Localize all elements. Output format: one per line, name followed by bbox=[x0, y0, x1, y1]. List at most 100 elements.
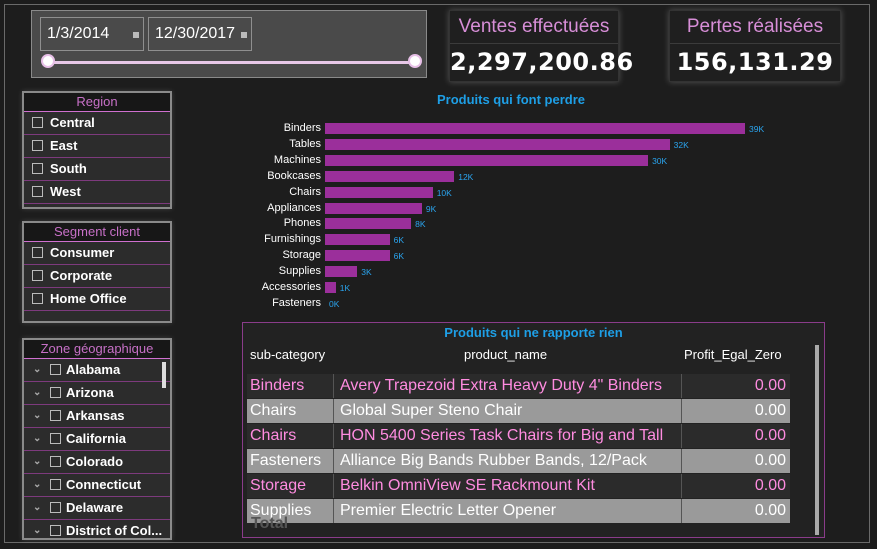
column-divider bbox=[333, 374, 334, 398]
data-label: 10K bbox=[436, 187, 452, 198]
category-label: Machines bbox=[273, 153, 321, 166]
loss-kpi-card: Pertes réalisées 156,131.29 bbox=[669, 10, 841, 82]
date-slider-start-handle[interactable] bbox=[41, 54, 55, 68]
zone-option[interactable]: ⌄ Connecticut bbox=[24, 474, 170, 497]
checkbox[interactable] bbox=[50, 410, 61, 421]
checkbox[interactable] bbox=[50, 479, 61, 490]
cell-product-name: Alliance Big Bands Rubber Bands, 12/Pack bbox=[340, 452, 647, 469]
zone-option[interactable]: ⌄ Delaware bbox=[24, 497, 170, 520]
column-divider bbox=[681, 374, 682, 398]
zone-scrollbar[interactable] bbox=[162, 362, 166, 388]
zone-option[interactable]: ⌄ Colorado bbox=[24, 451, 170, 474]
checkbox[interactable] bbox=[32, 140, 43, 151]
checkbox[interactable] bbox=[50, 433, 61, 444]
data-label: 3K bbox=[361, 267, 372, 278]
chevron-down-icon[interactable]: ⌄ bbox=[33, 520, 41, 538]
checkbox[interactable] bbox=[50, 525, 61, 536]
category-label: Phones bbox=[283, 217, 321, 230]
bar[interactable] bbox=[325, 170, 455, 182]
chevron-down-icon[interactable]: ⌄ bbox=[33, 405, 41, 426]
table-row[interactable]: Supplies Premier Electric Letter Opener 0.… bbox=[247, 499, 790, 523]
chevron-down-icon[interactable]: ⌄ bbox=[33, 497, 41, 518]
sales-kpi-value: 2,297,200.86 bbox=[450, 48, 634, 76]
checkbox[interactable] bbox=[32, 186, 43, 197]
chevron-down-icon[interactable]: ⌄ bbox=[33, 428, 41, 449]
column-header-profit[interactable]: Profit_Egal_Zero bbox=[684, 347, 782, 362]
table-row[interactable]: Fasteners Alliance Big Bands Rubber Bands… bbox=[247, 449, 790, 473]
region-option[interactable]: Central bbox=[24, 112, 170, 135]
end-date-input[interactable]: 12/30/2017 bbox=[148, 17, 252, 51]
column-header-subcategory[interactable]: sub-category bbox=[250, 347, 325, 362]
bar[interactable] bbox=[325, 250, 390, 262]
table-row[interactable]: Chairs HON 5400 Series Task Chairs for Bi… bbox=[247, 424, 790, 448]
cell-subcategory: Chairs bbox=[250, 402, 297, 419]
zone-option[interactable]: ⌄ Alabama bbox=[24, 359, 170, 382]
zone-option[interactable]: ⌄ Arkansas bbox=[24, 405, 170, 428]
segment-option[interactable]: Consumer bbox=[24, 242, 170, 265]
checkbox[interactable] bbox=[32, 270, 43, 281]
bar[interactable] bbox=[325, 138, 670, 150]
zone-option[interactable]: ⌄ District of Col... bbox=[24, 520, 170, 538]
chevron-down-icon[interactable]: ⌄ bbox=[33, 359, 41, 380]
data-label: 1K bbox=[339, 283, 351, 293]
checkbox[interactable] bbox=[50, 364, 61, 375]
column-divider bbox=[681, 399, 682, 423]
cell-product-name: HON 5400 Series Task Chairs for Big and … bbox=[340, 427, 664, 444]
bar[interactable] bbox=[325, 154, 649, 166]
region-slicer-title: Region bbox=[24, 93, 170, 112]
table-row[interactable]: Binders Avery Trapezoid Extra Heavy Duty … bbox=[247, 374, 790, 398]
checkbox[interactable] bbox=[32, 163, 43, 174]
zone-option[interactable]: ⌄ Arizona bbox=[24, 382, 170, 405]
cell-product-name: Belkin OmniView SE Rackmount Kit bbox=[340, 477, 595, 494]
calendar-icon[interactable] bbox=[133, 32, 139, 38]
checkbox[interactable] bbox=[50, 387, 61, 398]
bar[interactable] bbox=[325, 186, 433, 198]
region-option[interactable]: West bbox=[24, 181, 170, 204]
calendar-icon[interactable] bbox=[241, 32, 247, 38]
start-date-input[interactable]: 1/3/2014 bbox=[40, 17, 144, 51]
cell-profit: 0.00 bbox=[754, 477, 786, 494]
category-label: Storage bbox=[282, 249, 321, 262]
region-option[interactable]: East bbox=[24, 135, 170, 158]
column-divider bbox=[333, 499, 334, 523]
date-slider-end-handle[interactable] bbox=[408, 54, 422, 68]
zero-profit-table: Produits qui ne rapporte rien sub-catego… bbox=[242, 322, 825, 538]
category-label: Bookcases bbox=[267, 169, 321, 182]
bar[interactable] bbox=[325, 123, 745, 134]
table-scrollbar[interactable] bbox=[815, 345, 819, 535]
column-divider bbox=[333, 474, 334, 498]
bar[interactable] bbox=[325, 266, 358, 278]
bar[interactable] bbox=[325, 202, 422, 214]
checkbox[interactable] bbox=[32, 247, 43, 258]
segment-option[interactable]: Home Office bbox=[24, 288, 170, 311]
column-header-product-name[interactable]: product_name bbox=[464, 347, 547, 362]
sales-kpi-card: Ventes effectuées 2,297,200.86 bbox=[449, 10, 634, 82]
data-label: 6K bbox=[393, 251, 405, 262]
column-divider bbox=[333, 399, 334, 423]
bar[interactable] bbox=[325, 282, 336, 293]
cell-profit: 0.00 bbox=[754, 452, 786, 469]
chevron-down-icon[interactable]: ⌄ bbox=[33, 451, 41, 472]
checkbox[interactable] bbox=[32, 293, 43, 304]
segment-option[interactable]: Corporate bbox=[24, 265, 170, 288]
date-range-slicer[interactable]: 1/3/2014 12/30/2017 bbox=[31, 10, 427, 78]
cell-profit: 0.00 bbox=[754, 402, 786, 419]
date-slider-track[interactable] bbox=[48, 61, 416, 64]
table-title: Produits qui ne rapporte rien bbox=[444, 325, 623, 340]
bar[interactable] bbox=[325, 234, 390, 246]
table-row[interactable]: Storage Belkin OmniView SE Rackmount Kit 0… bbox=[247, 474, 790, 498]
zone-option[interactable]: ⌄ California bbox=[24, 428, 170, 451]
region-option[interactable]: South bbox=[24, 158, 170, 181]
chevron-down-icon[interactable]: ⌄ bbox=[33, 474, 41, 495]
checkbox[interactable] bbox=[50, 502, 61, 513]
cell-profit: 0.00 bbox=[754, 502, 786, 519]
data-label: 9K bbox=[425, 203, 437, 214]
loss-kpi-title: Pertes réalisées bbox=[670, 11, 840, 44]
chevron-down-icon[interactable]: ⌄ bbox=[33, 382, 41, 403]
checkbox[interactable] bbox=[32, 117, 43, 128]
bar[interactable] bbox=[325, 218, 412, 230]
table-row[interactable]: Chairs Global Super Steno Chair 0.00 bbox=[247, 399, 790, 423]
checkbox[interactable] bbox=[50, 456, 61, 467]
category-label: Fasteners bbox=[272, 296, 321, 309]
category-label: Furnishings bbox=[264, 233, 321, 246]
